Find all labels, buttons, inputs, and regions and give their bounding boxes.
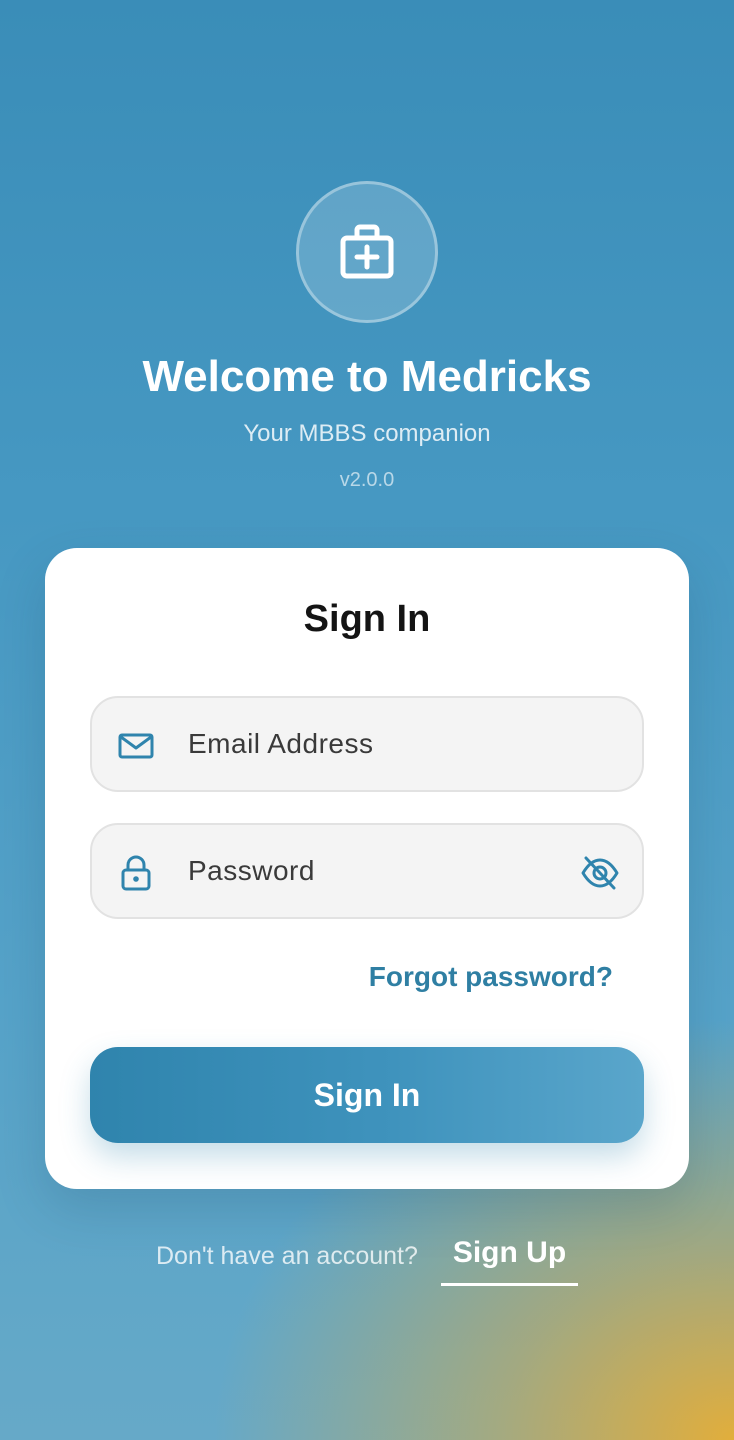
email-field-container[interactable] bbox=[90, 696, 644, 792]
sign-up-link[interactable]: Sign Up bbox=[441, 1236, 578, 1270]
signup-prompt: Don't have an account? bbox=[156, 1242, 418, 1270]
welcome-title: Welcome to Medricks bbox=[142, 352, 592, 401]
email-input[interactable] bbox=[188, 698, 568, 790]
sign-in-button[interactable]: Sign In bbox=[90, 1047, 644, 1143]
sign-in-heading: Sign In bbox=[303, 598, 431, 640]
medical-briefcase-icon bbox=[340, 224, 394, 279]
mail-icon bbox=[118, 733, 154, 759]
sign-up-underline bbox=[441, 1283, 578, 1286]
eye-off-icon[interactable] bbox=[580, 853, 620, 893]
lock-icon bbox=[121, 855, 151, 891]
sign-in-card: Sign In Forgot password? Sign In bbox=[45, 548, 689, 1189]
welcome-subtitle: Your MBBS companion bbox=[243, 420, 491, 447]
app-logo bbox=[296, 181, 438, 323]
password-input[interactable] bbox=[188, 825, 568, 917]
app-version: v2.0.0 bbox=[339, 469, 395, 491]
password-field-container[interactable] bbox=[90, 823, 644, 919]
forgot-password-link[interactable]: Forgot password? bbox=[369, 961, 613, 993]
